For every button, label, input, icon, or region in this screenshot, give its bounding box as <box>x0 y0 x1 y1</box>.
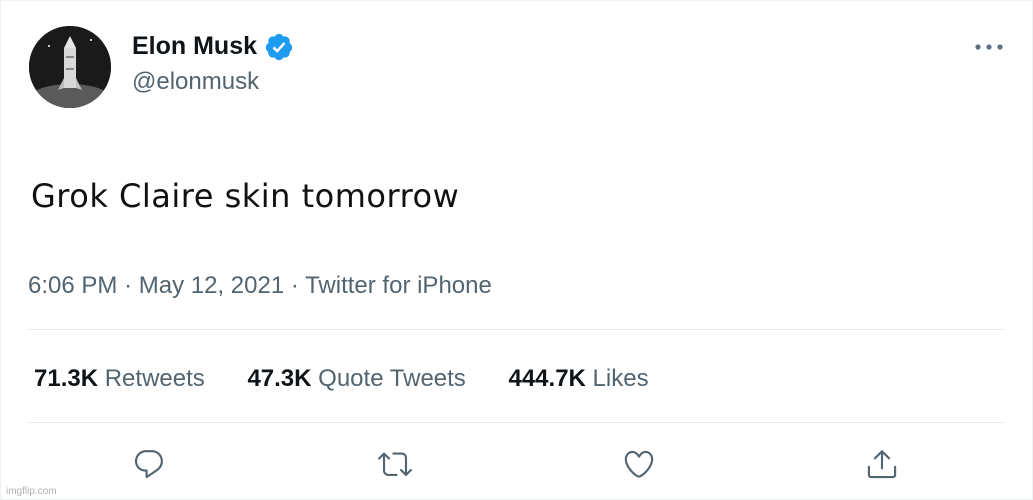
retweets-stat[interactable]: 71.3K Retweets <box>34 365 205 393</box>
share-icon[interactable] <box>865 447 899 481</box>
tweet-source[interactable]: Twitter for iPhone <box>305 272 492 299</box>
user-handle[interactable]: @elonmusk <box>132 68 259 96</box>
meta-separator: · <box>124 272 133 299</box>
watermark: imgflip.com <box>6 486 57 497</box>
display-name[interactable]: Elon Musk <box>132 32 257 61</box>
retweets-label: Retweets <box>104 365 205 392</box>
profile-avatar[interactable] <box>29 26 111 108</box>
retweet-icon[interactable] <box>378 447 412 481</box>
reply-icon[interactable] <box>132 447 166 481</box>
tweet-text: Grok Claire skin tomorrow <box>31 177 460 215</box>
verified-badge-icon <box>265 33 293 61</box>
tweet-date[interactable]: May 12, 2021 <box>139 272 284 299</box>
likes-label: Likes <box>592 365 649 392</box>
tweet-card: Elon Musk @elonmusk Grok Claire skin tom… <box>0 0 1033 500</box>
tweet-metadata: 6:06 PM · May 12, 2021 · Twitter for iPh… <box>28 272 492 300</box>
quote-tweets-label: Quote Tweets <box>318 365 466 392</box>
heart-icon[interactable] <box>622 447 656 481</box>
quote-tweets-count: 47.3K <box>247 365 312 392</box>
likes-stat[interactable]: 444.7K Likes <box>508 365 648 393</box>
divider <box>27 329 1005 330</box>
divider <box>27 422 1005 423</box>
more-options-icon[interactable] <box>973 39 1005 55</box>
quote-tweets-stat[interactable]: 47.3K Quote Tweets <box>247 365 465 393</box>
retweets-count: 71.3K <box>34 365 99 392</box>
likes-count: 444.7K <box>508 365 586 392</box>
tweet-time[interactable]: 6:06 PM <box>28 272 117 299</box>
engagement-stats: 71.3K Retweets 47.3K Quote Tweets 444.7K… <box>34 365 685 393</box>
meta-separator: · <box>290 272 299 299</box>
